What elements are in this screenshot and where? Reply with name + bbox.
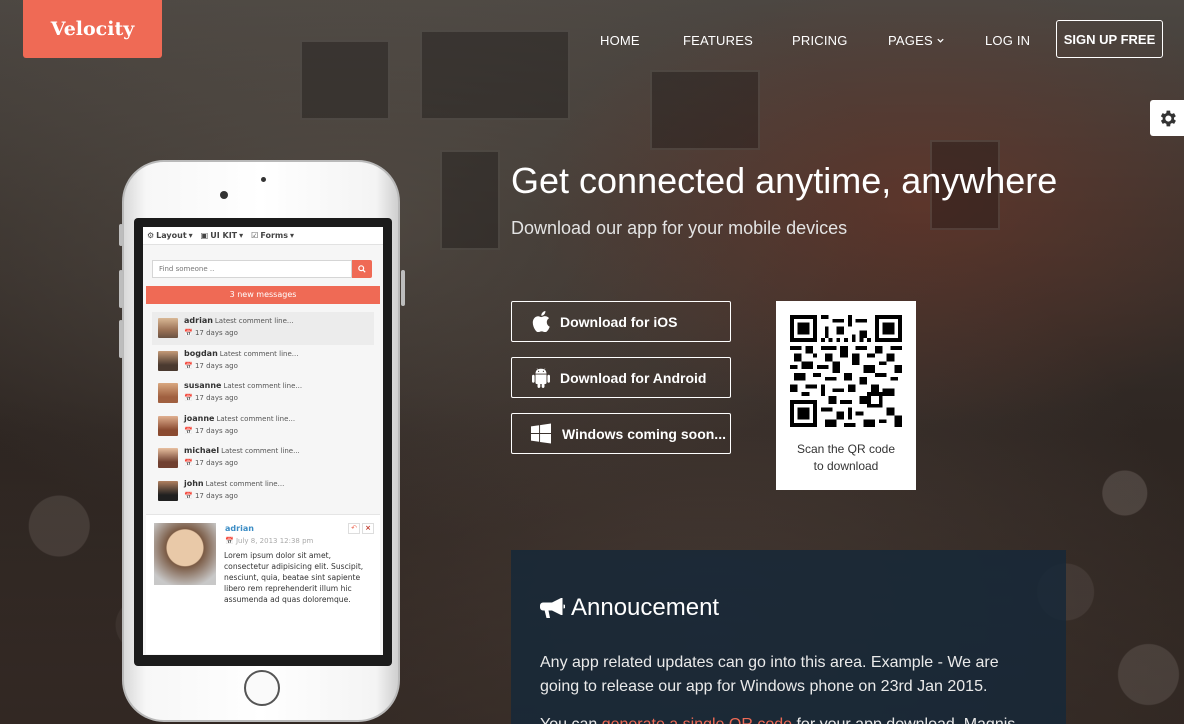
- phone-screen-frame: ⚙ Layout ▾ ▣ UI KIT ▾ ☑ Forms ▾ Find som…: [134, 218, 392, 666]
- qr-caption-line-2: to download: [813, 459, 879, 473]
- message-preview: Latest comment line...: [221, 447, 300, 455]
- detail-name: adrian: [225, 524, 254, 533]
- signup-button[interactable]: SIGN UP FREE: [1056, 20, 1163, 58]
- nav-pricing[interactable]: PRICING: [792, 33, 848, 48]
- list-item: susanne Latest comment line... 📅 17 days …: [152, 377, 374, 410]
- detail-date-text: July 8, 2013 12:38 pm: [235, 537, 314, 545]
- qr-caption: Scan the QR code to download: [776, 441, 916, 475]
- app-nav: ⚙ Layout ▾ ▣ UI KIT ▾ ☑ Forms ▾: [143, 227, 383, 245]
- reply-icon: ↶: [348, 523, 360, 534]
- windows-icon: [531, 423, 551, 445]
- message-preview: Latest comment line...: [214, 317, 294, 325]
- announcement-text-suffix: for your app download. Magnis: [792, 716, 1015, 724]
- hero-subtitle: Download our app for your mobile devices: [511, 218, 848, 238]
- app-message-detail: adrian 📅 July 8, 2013 12:38 pm ↶ × Lorem…: [146, 514, 380, 654]
- detail-text: Lorem ipsum dolor sit amet, consectetur …: [224, 551, 364, 604]
- message-time: 17 days ago: [194, 426, 238, 435]
- nav-pages-label: PAGES: [888, 33, 933, 48]
- message-preview: Latest comment line...: [216, 414, 296, 423]
- download-android-button[interactable]: Download for Android: [511, 357, 731, 398]
- announcement-title-text: Annoucement: [571, 594, 720, 621]
- message-time: 17 days ago: [194, 329, 238, 337]
- announcement-panel: Annoucement Any app related updates can …: [511, 550, 1066, 724]
- phone-screen: ⚙ Layout ▾ ▣ UI KIT ▾ ☑ Forms ▾ Find som…: [143, 227, 383, 655]
- download-ios-label: Download for iOS: [560, 313, 678, 330]
- nav-pages[interactable]: PAGES: [888, 33, 945, 48]
- download-windows-button[interactable]: Windows coming soon...: [511, 413, 731, 454]
- message-name: joanne: [184, 413, 215, 423]
- nav-features[interactable]: FEATURES: [683, 33, 753, 48]
- detail-date: 📅 July 8, 2013 12:38 pm: [225, 537, 314, 545]
- gear-icon: [1160, 110, 1176, 126]
- message-preview: Latest comment line...: [205, 479, 285, 488]
- app-search-input: Find someone ..: [152, 260, 352, 278]
- app-search-button: [352, 260, 372, 278]
- message-name: john: [184, 478, 204, 488]
- avatar: [158, 383, 178, 403]
- settings-toggle[interactable]: [1150, 100, 1184, 136]
- announcement-body: Any app related updates can go into this…: [540, 654, 999, 695]
- message-time: 17 days ago: [194, 394, 238, 402]
- android-icon: [531, 367, 551, 389]
- avatar: [158, 480, 178, 501]
- download-android-label: Download for Android: [560, 369, 707, 386]
- app-nav-layout: ⚙ Layout ▾: [147, 231, 193, 240]
- search-icon: [358, 265, 366, 273]
- app-message-list: adrian Latest comment line... 📅 17 days a…: [152, 312, 374, 507]
- list-item: bogdan Latest comment line... 📅 17 days a…: [152, 345, 374, 378]
- app-nav-forms-label: Forms: [260, 231, 288, 240]
- app-nav-uikit: ▣ UI KIT ▾: [200, 231, 244, 240]
- qr-caption-line-1: Scan the QR code: [796, 442, 896, 456]
- qr-code[interactable]: [790, 315, 902, 427]
- phone-mockup: ⚙ Layout ▾ ▣ UI KIT ▾ ☑ Forms ▾ Find som…: [119, 160, 405, 722]
- app-nav-uikit-label: UI KIT: [210, 231, 238, 240]
- message-time: 17 days ago: [194, 361, 238, 370]
- avatar: [154, 523, 216, 585]
- apple-icon: [531, 311, 551, 333]
- message-name: michael: [184, 446, 220, 455]
- download-ios-button[interactable]: Download for iOS: [511, 301, 731, 342]
- list-item: john Latest comment line... 📅 17 days ago: [152, 475, 374, 508]
- avatar: [158, 350, 178, 371]
- avatar: [158, 318, 178, 338]
- qr-card: Scan the QR code to download: [776, 301, 916, 490]
- megaphone-icon: [540, 598, 565, 618]
- brand-logo[interactable]: Velocity: [23, 0, 162, 58]
- avatar: [158, 448, 178, 468]
- home-button: [244, 670, 280, 706]
- message-name: susanne: [184, 381, 222, 390]
- announcement-title: Annoucement: [540, 594, 719, 622]
- hero-title: Get connected anytime, anywhere: [511, 160, 1058, 201]
- app-nav-layout-label: Layout: [156, 231, 187, 240]
- list-item: joanne Latest comment line... 📅 17 days a…: [152, 410, 374, 443]
- avatar: [158, 415, 178, 436]
- message-name: adrian: [184, 316, 213, 325]
- announcement-text-prefix: You can: [540, 716, 602, 724]
- message-preview: Latest comment line...: [219, 349, 299, 358]
- list-item: michael Latest comment line... 📅 17 days …: [152, 442, 374, 475]
- message-name: bogdan: [184, 348, 218, 358]
- app-nav-forms: ☑ Forms ▾: [251, 231, 295, 240]
- nav-login[interactable]: LOG IN: [985, 33, 1030, 48]
- nav-home[interactable]: HOME: [600, 33, 640, 48]
- message-time: 17 days ago: [194, 491, 238, 500]
- app-new-messages-banner: 3 new messages: [146, 286, 380, 304]
- chevron-down-icon: [937, 38, 944, 43]
- message-preview: Latest comment line...: [223, 382, 303, 390]
- close-icon: ×: [362, 523, 374, 534]
- download-windows-label: Windows coming soon...: [562, 425, 726, 442]
- announcement-body-2: You can generate a single QR code for yo…: [540, 713, 1040, 724]
- generate-qr-link[interactable]: generate a single QR code: [602, 716, 792, 724]
- list-item: adrian Latest comment line... 📅 17 days a…: [152, 312, 374, 345]
- message-time: 17 days ago: [194, 459, 238, 467]
